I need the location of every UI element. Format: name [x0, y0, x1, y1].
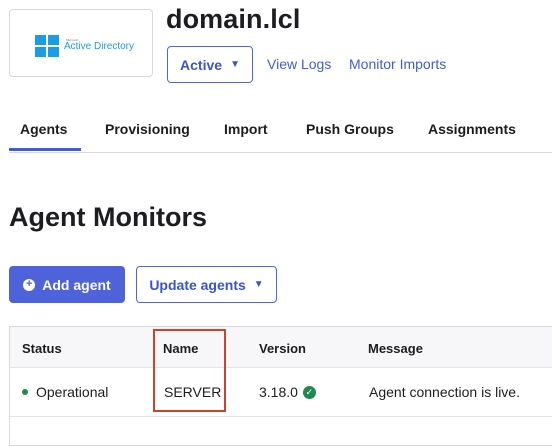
tab-provisioning[interactable]: Provisioning: [105, 121, 190, 137]
add-agent-button[interactable]: + Add agent: [9, 266, 125, 303]
app-title: domain.lcl: [166, 4, 301, 34]
section-title: Agent Monitors: [9, 202, 207, 232]
caret-down-icon: ▼: [230, 58, 240, 70]
caret-down-icon: ▼: [253, 278, 264, 290]
table-header: Status Name Version Message: [10, 327, 552, 368]
check-circle-icon: ✓: [302, 385, 316, 399]
column-header-status: Status: [22, 341, 62, 356]
name-column-highlight: [153, 329, 226, 412]
tab-import[interactable]: Import: [224, 121, 268, 137]
tab-push-groups[interactable]: Push Groups: [306, 121, 394, 137]
status-text: Operational: [36, 384, 109, 400]
add-agent-label: Add agent: [42, 276, 111, 293]
monitor-imports-link[interactable]: Monitor Imports: [349, 56, 446, 72]
version-cell: 3.18.0 ✓: [259, 384, 316, 400]
active-tab-indicator: [9, 148, 81, 151]
plus-circle-icon: +: [23, 278, 36, 291]
status-label: Active: [180, 56, 223, 73]
logo-text: Active Directory: [64, 41, 135, 52]
view-logs-link[interactable]: View Logs: [267, 56, 331, 72]
agents-table: Status Name Version Message Operational …: [9, 326, 552, 446]
windows-logo-icon: [35, 35, 59, 57]
tab-agents[interactable]: Agents: [20, 121, 67, 137]
column-header-message: Message: [368, 341, 423, 356]
app-logo: Microsoft Active Directory: [9, 9, 153, 77]
message-cell: Agent connection is live.: [369, 384, 520, 400]
column-header-version: Version: [259, 341, 306, 356]
update-agents-label: Update agents: [149, 276, 246, 293]
status-dropdown[interactable]: Active ▼: [167, 46, 253, 83]
status-dot-icon: [22, 389, 28, 396]
status-cell: Operational: [22, 384, 108, 400]
version-text: 3.18.0: [259, 384, 298, 400]
row-divider: [10, 416, 552, 417]
tab-bar: Agents Provisioning Import Push Groups A…: [9, 118, 552, 153]
tab-assignments[interactable]: Assignments: [428, 121, 516, 137]
update-agents-button[interactable]: Update agents ▼: [136, 266, 277, 303]
